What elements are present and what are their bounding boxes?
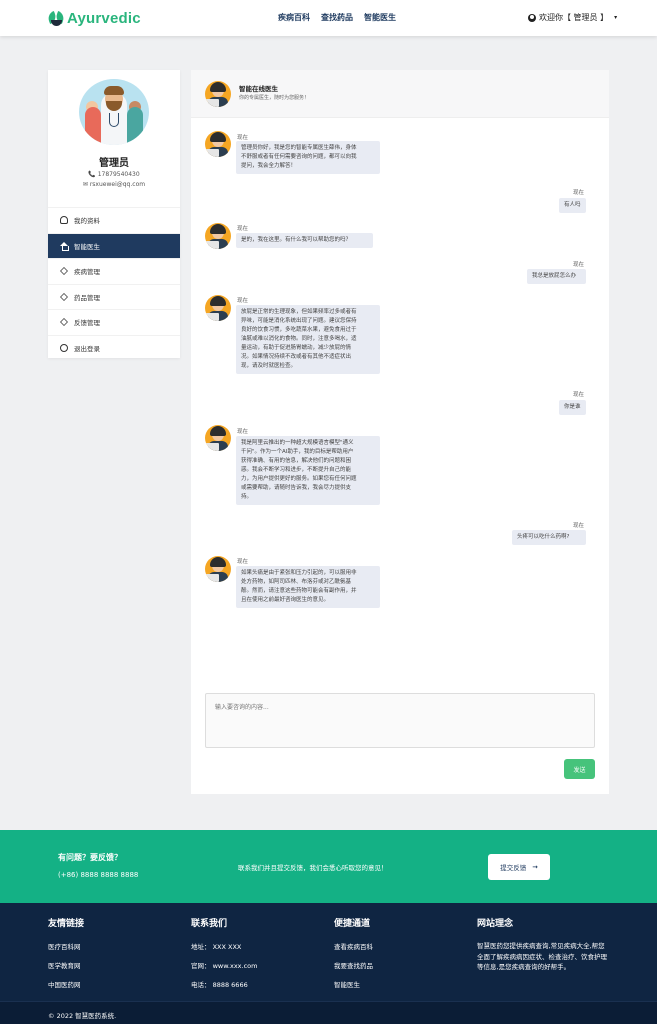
chat-subtitle: 你的专属医生，随时为您服务！ (239, 95, 310, 101)
sidebar-item-disease-management[interactable]: 疾病管理 (48, 258, 180, 284)
sidebar-item-label: 智能医生 (74, 242, 100, 251)
footer-quick-link[interactable]: 我要查找药品 (334, 960, 373, 970)
footer-philosophy-title: 网站理念 (477, 919, 514, 929)
footer-quick: 便捷通道 查看疾病百科 我要查找药品 智能医生 (334, 916, 373, 998)
message-time: 现在 (573, 392, 585, 398)
footer-contact-website: 官网： www.xxx.com (191, 962, 258, 970)
profile-phone: 📞 17879540430 (88, 171, 140, 178)
footer-quick-title: 便捷通道 (334, 919, 371, 929)
user-message: 有人吗 (559, 198, 586, 213)
sidebar-item-my-profile[interactable]: 我的资料 (48, 207, 180, 233)
footer-quick-link[interactable]: 查看疾病百科 (334, 941, 373, 951)
footer-contact: 联系我们 地址： XXX XXX 官网： www.xxx.com 电话： 888… (191, 916, 257, 998)
sidebar-item-label: 药品管理 (74, 293, 100, 302)
profile-name: 管理员 (99, 158, 129, 169)
brand-logo[interactable]: Ayurvedic (46, 8, 141, 28)
nav-disease-encyclopedia[interactable]: 疾病百科 (278, 12, 310, 23)
nav-find-medicine[interactable]: 查找药品 (321, 12, 353, 23)
doctor-avatar (205, 295, 231, 321)
caret-down-icon: ▾ (614, 14, 618, 21)
chat-panel: 智能在线医生 你的专属医生，随时为您服务！ (191, 70, 609, 794)
sidebar-item-label: 疾病管理 (74, 268, 100, 277)
doctor-avatar (205, 223, 231, 249)
feedback-banner: 有问题？要反馈？ (+86) 8888 8888 8888 联系我们并且提交反馈… (0, 830, 657, 903)
message-time: 现在 (573, 262, 585, 268)
user-circle-icon (528, 13, 536, 22)
sidebar-item-medicine-management[interactable]: 药品管理 (48, 283, 180, 310)
footer-philosophy-text: 智慧医药您提供疾病查询,常见疾病大全,帮您全面了解疾病病因症状、检查治疗、饮食护… (477, 942, 607, 971)
message-time: 现在 (237, 135, 249, 141)
logo-text: Ayurvedic (67, 9, 141, 27)
feedback-phone: (+86) 8888 8888 8888 (58, 871, 139, 879)
copyright-bar: © 2022 智慧医药系统. (0, 1001, 657, 1024)
layers-icon (60, 318, 68, 327)
doctor-avatar (205, 556, 231, 582)
doctor-message: 是的，我在这里。有什么我可以帮助您的吗？ (236, 233, 373, 248)
sidebar-item-feedback-management[interactable]: 反馈管理 (48, 309, 180, 335)
power-icon (60, 343, 68, 352)
feedback-question: 有问题？要反馈？ (58, 853, 122, 862)
leaf-logo-icon (46, 10, 66, 26)
footer-contact-phone: 电话： 8888 6666 (191, 981, 248, 989)
user-message: 你是谁 (559, 400, 586, 415)
sidebar-item-logout[interactable]: 退出登录 (48, 334, 180, 361)
sidebar-item-label: 反馈管理 (74, 319, 100, 328)
footer-quick-link[interactable]: 智能医生 (334, 979, 373, 989)
chat-header: 智能在线医生 你的专属医生，随时为您服务！ (191, 70, 609, 118)
footer-contact-address: 地址： XXX XXX (191, 943, 242, 951)
footer-link[interactable]: 中国医药网 (48, 979, 84, 989)
doctor-message: 我是阿里云推出的一种超大规模语言模型"通义 千问"。作为一个AI助手，我的目标是帮… (236, 436, 380, 505)
chat-title: 智能在线医生 (239, 85, 278, 93)
message-time: 现在 (573, 190, 585, 196)
footer-link[interactable]: 医疗百科网 (48, 941, 84, 951)
avatar (79, 79, 149, 145)
copyright-text: © 2022 智慧医药系统. (48, 1012, 117, 1020)
sidebar-item-label: 退出登录 (74, 344, 100, 353)
user-menu-label: 欢迎你【 管理员 】 (539, 13, 609, 22)
message-time: 现在 (237, 298, 249, 304)
sidebar-item-smart-doctor[interactable]: 智能医生 (48, 232, 180, 258)
send-button[interactable]: 发送 (564, 759, 595, 779)
message-time: 现在 (573, 523, 585, 529)
footer-philosophy: 网站理念 智慧医药您提供疾病查询,常见疾病大全,帮您全面了解疾病病因症状、检查治… (477, 916, 607, 973)
message-time: 现在 (237, 226, 249, 232)
user-menu[interactable]: 欢迎你【 管理员 】 ▾ (528, 12, 617, 23)
footer-link[interactable]: 医学教育网 (48, 960, 84, 970)
submit-feedback-button[interactable]: 提交反馈 → (488, 854, 550, 880)
footer-links-title: 友情链接 (48, 919, 85, 929)
user-message: 头疼可以吃什么药啊? (512, 530, 586, 545)
home-icon (60, 241, 69, 251)
arrow-right-icon: → (532, 863, 538, 871)
user-message: 我总是放屁怎么办 (527, 269, 586, 284)
doctor-avatar (205, 425, 231, 451)
sidebar-menu: 我的资料 智能医生 疾病管理 药品管理 反馈管理 退出登录 (48, 207, 180, 360)
feedback-message: 联系我们并且提交反馈，我们会悉心听取您的意见！ (238, 864, 388, 872)
sidebar-item-label: 我的资料 (74, 217, 100, 226)
doctor-message: 如果头痛是由于紧张和压力引起的，可以服用非 处方药物，如阿司匹林、布洛芬或对乙酰氨… (236, 566, 380, 608)
main-nav: 疾病百科 查找药品 智能医生 (278, 12, 396, 23)
doctor-avatar (205, 81, 231, 107)
doctor-avatar (205, 131, 231, 157)
footer-links: 友情链接 医疗百科网 医学教育网 中国医药网 (48, 916, 84, 998)
doctor-message: 放屁是正常的生理现象，但如果频率过多或者有 异味，可能是消化系统出现了问题。建议您… (236, 305, 380, 374)
top-header: Ayurvedic 疾病百科 查找药品 智能医生 欢迎你【 管理员 】 ▾ (0, 0, 657, 36)
message-time: 现在 (237, 559, 249, 565)
layers-icon (60, 292, 68, 301)
person-icon (60, 216, 68, 225)
layers-icon (60, 267, 68, 276)
doctor-message: 管理员你好，我是您的智能专属医生薛伟，身体 不舒服或者有任何需要咨询的问题，都可以… (236, 141, 380, 174)
site-footer: 友情链接 医疗百科网 医学教育网 中国医药网 联系我们 地址： XXX XXX … (0, 903, 657, 1024)
nav-smart-doctor[interactable]: 智能医生 (364, 12, 396, 23)
profile-email: ✉ rsxuewei@qq.com (82, 181, 146, 188)
question-input[interactable] (205, 693, 595, 748)
message-time: 现在 (237, 429, 249, 435)
footer-contact-title: 联系我们 (191, 919, 228, 929)
submit-feedback-label: 提交反馈 (500, 864, 527, 872)
